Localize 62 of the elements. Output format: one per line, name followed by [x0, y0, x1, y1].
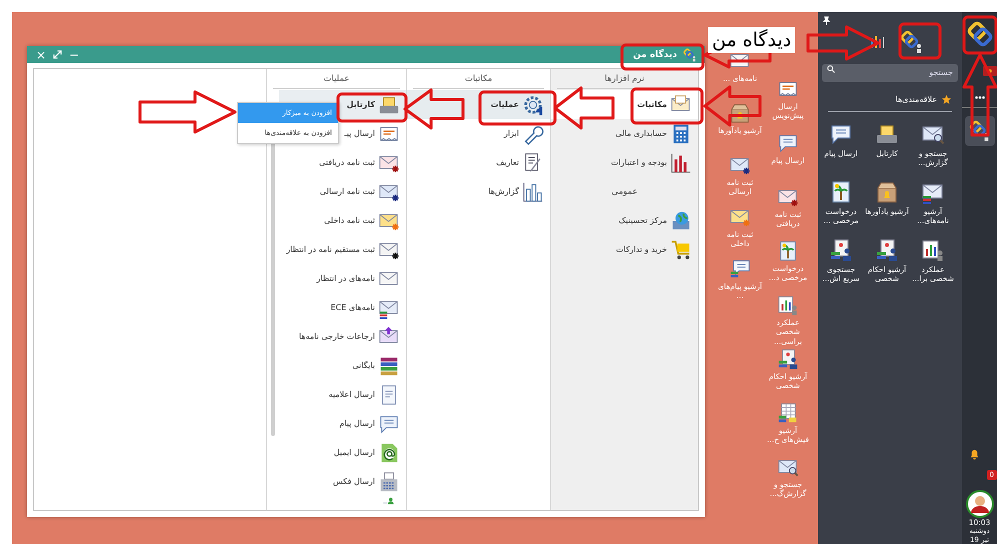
- spreadsheet-icon: [777, 402, 799, 424]
- menu-item[interactable]: ارجاعات خارجی نامه‌ها: [279, 322, 406, 351]
- menu-item[interactable]: ثبت نامه ارسالی: [279, 177, 406, 206]
- callout-label: دیدگاه من: [708, 27, 796, 53]
- menu-item[interactable]: مرکز تحسینیک: [551, 206, 698, 235]
- highlight-frame: [898, 22, 942, 60]
- fax-icon: [378, 470, 400, 492]
- column-header: مکاتبات: [413, 69, 544, 89]
- bell-icon[interactable]: [969, 449, 980, 460]
- arrow-annotation: [404, 88, 464, 130]
- menu-item[interactable]: نامه‌های ECE: [279, 293, 406, 322]
- menu-item[interactable]: ارسال فکس: [279, 467, 406, 496]
- highlight-frame: [962, 16, 997, 54]
- favorites-title: علاقه‌مندی‌ها: [896, 94, 937, 104]
- menu-item[interactable]: ارسال ایمیل: [279, 438, 406, 467]
- expand-icon[interactable]: [53, 50, 62, 59]
- person-document-icon: [829, 238, 853, 262]
- menu-item[interactable]: گزارش‌ها: [407, 177, 550, 206]
- chart-icon: [921, 238, 945, 262]
- palm-tree-document-icon: [777, 240, 799, 262]
- more-icon[interactable]: [974, 96, 984, 99]
- menu-item[interactable]: تعاریف: [407, 148, 550, 177]
- speech-bubble-icon: [729, 258, 751, 280]
- column-header: نرم افزارها: [557, 69, 692, 89]
- pin-icon[interactable]: [822, 16, 831, 25]
- menu-item[interactable]: نامه‌های در انتظار: [279, 264, 406, 293]
- box-icon: [875, 180, 899, 204]
- logo-icon: [968, 120, 990, 142]
- box-icon: [729, 102, 751, 124]
- column-header: عملیات: [273, 69, 400, 89]
- logo-icon: [966, 20, 994, 48]
- highlight-frame: [336, 92, 408, 122]
- menu-item[interactable]: ثبت مستقیم نامه در انتظار: [279, 235, 406, 264]
- bars-icon[interactable]: [870, 35, 886, 49]
- menu-item[interactable]: خرید و تدارکات: [551, 235, 698, 264]
- menu-item[interactable]: حسابداری مالی: [551, 119, 698, 148]
- arrow-annotation: [554, 86, 614, 130]
- menu-item[interactable]: بایگانی: [279, 351, 406, 380]
- bar-chart-icon: [522, 180, 544, 202]
- menu-item[interactable]: بودجه و اعتبارات: [551, 148, 698, 177]
- globe-icon: [670, 210, 692, 232]
- menu-item[interactable]: ثبت نامه دریافتی: [279, 148, 406, 177]
- speech-bubble-icon: [777, 132, 799, 154]
- bar-chart-icon: [670, 152, 692, 174]
- star-icon: [941, 94, 952, 104]
- menu-item[interactable]: ارسال پیام: [279, 409, 406, 438]
- search-icon: [827, 65, 835, 73]
- arrow-annotation: [704, 86, 762, 126]
- logo-icon: [683, 48, 697, 62]
- person-document-icon: [777, 348, 799, 370]
- logo-icon: [900, 30, 924, 54]
- gear-icon: [522, 94, 544, 116]
- menu-item[interactable]: ابزار: [407, 119, 550, 148]
- cart-icon: [670, 238, 692, 260]
- chart-icon: [777, 294, 799, 316]
- group-heading: عمومی: [610, 186, 639, 198]
- window-title: دیدگاه من: [633, 50, 677, 60]
- avatar-icon: [966, 490, 994, 518]
- search-field[interactable]: جستجو: [822, 64, 958, 82]
- person-document-icon: [875, 238, 899, 262]
- menu-item[interactable]: ثبت نامه داخلی: [279, 206, 406, 235]
- menu-item[interactable]: ارسال اعلامیه: [279, 380, 406, 409]
